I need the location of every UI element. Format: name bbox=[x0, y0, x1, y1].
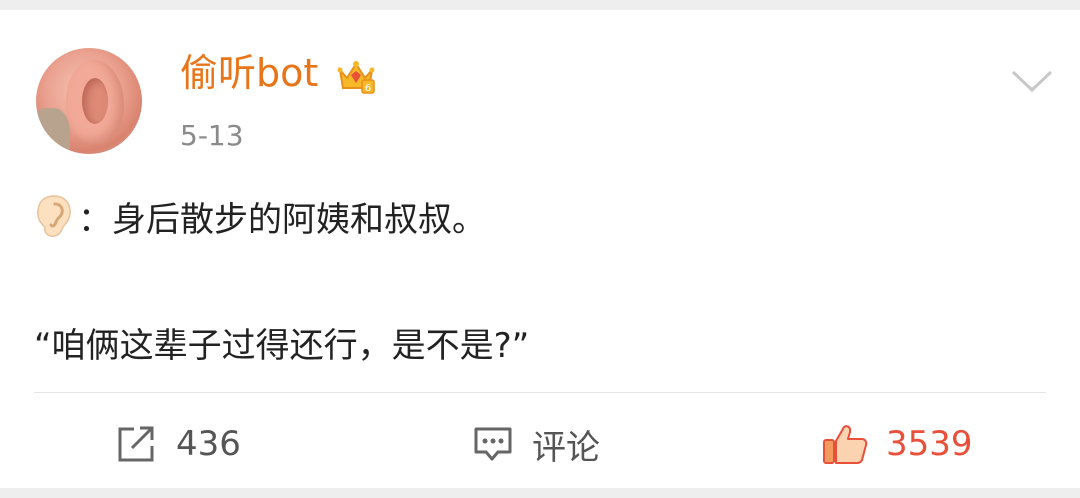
post-text-line-2: “咱俩这辈子过得还行，是不是?” bbox=[34, 326, 530, 366]
share-icon bbox=[118, 426, 154, 462]
avatar[interactable] bbox=[36, 48, 142, 154]
avatar-ear-inner bbox=[82, 78, 108, 124]
thumbs-up-icon bbox=[823, 425, 868, 464]
divider bbox=[34, 392, 1046, 393]
post-text: ：身后散步的阿姨和叔叔。 bbox=[78, 199, 486, 240]
post-card: 偷听bot 6 5-13 ：身后散步的阿姨和叔叔。 “咱俩这辈子过得还行，是不是… bbox=[0, 10, 1080, 488]
comment-icon bbox=[474, 427, 512, 461]
ear-emoji bbox=[37, 195, 71, 237]
vip-crown-icon[interactable]: 6 bbox=[335, 56, 377, 98]
username[interactable]: 偷听bot bbox=[180, 54, 318, 92]
chevron-down-icon[interactable] bbox=[1010, 66, 1054, 96]
post-text-line-1: ：身后散步的阿姨和叔叔。 bbox=[34, 190, 486, 242]
comment-button[interactable]: 评论 bbox=[472, 424, 600, 468]
comment-label: 评论 bbox=[532, 427, 600, 468]
svg-text:6: 6 bbox=[365, 83, 371, 94]
repost-button[interactable]: 436 bbox=[116, 424, 241, 464]
like-count: 3539 bbox=[886, 424, 973, 464]
post-date: 5-13 bbox=[180, 119, 244, 152]
avatar-hair bbox=[36, 108, 70, 154]
like-button[interactable]: 3539 bbox=[822, 424, 973, 464]
repost-count: 436 bbox=[176, 424, 241, 464]
